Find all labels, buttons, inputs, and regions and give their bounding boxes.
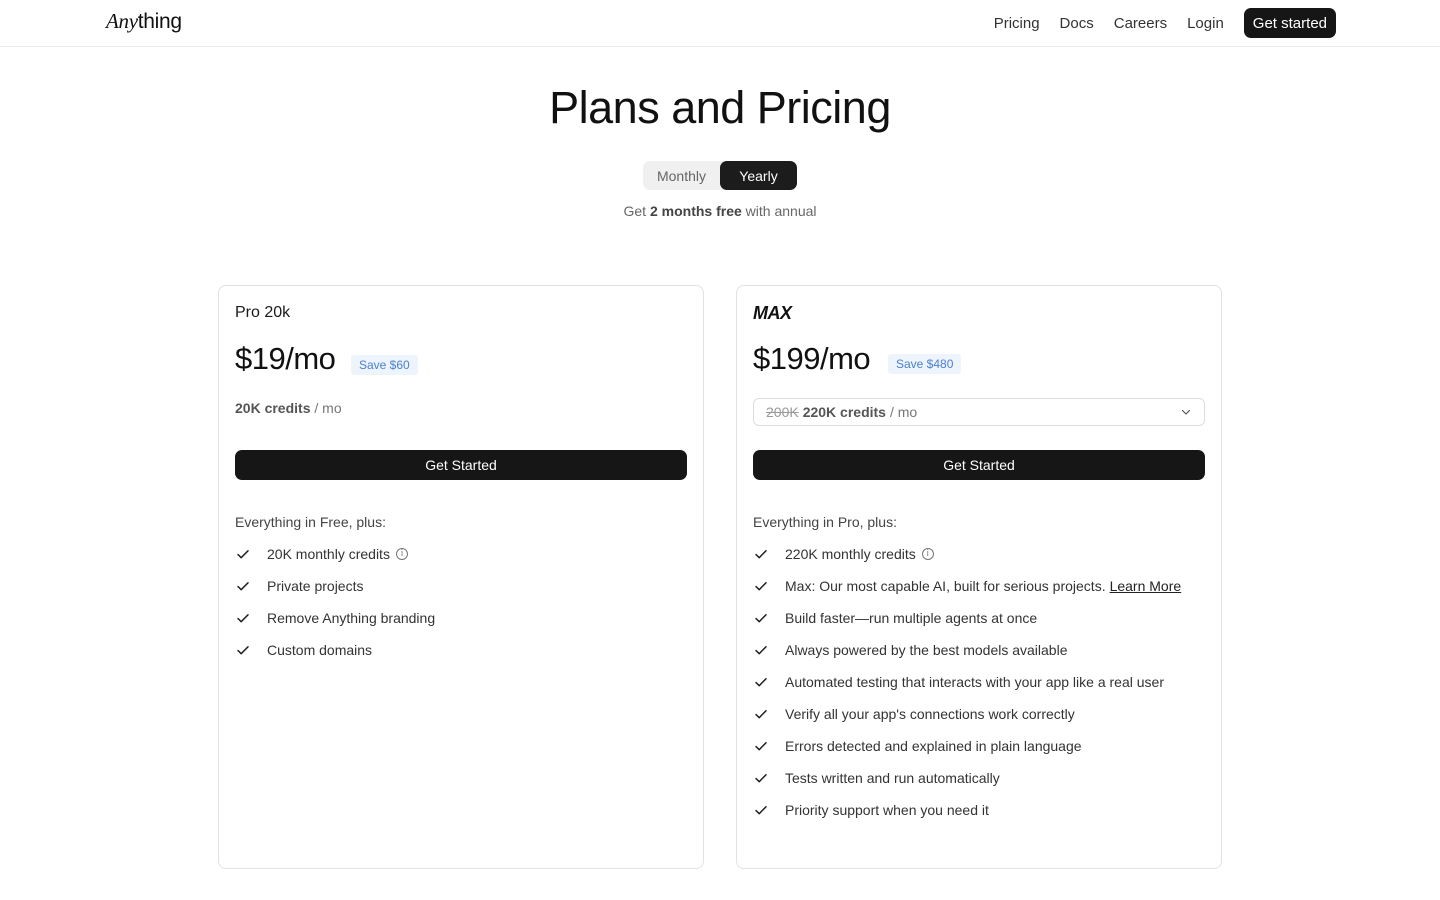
- feature-text: Private projects: [267, 578, 364, 594]
- promo-highlight: 2 months free: [649, 203, 742, 219]
- credits-unit: / mo: [314, 400, 342, 416]
- feature-item: Verify all your app's connections work c…: [753, 698, 1181, 730]
- feature-item: 20K monthly credits i: [235, 538, 435, 570]
- credits-unit: / mo: [889, 404, 918, 420]
- get-started-nav-button[interactable]: Get started: [1243, 8, 1336, 38]
- feature-text: Automated testing that interacts with yo…: [785, 674, 1164, 690]
- feature-item: Build faster—run multiple agents at once: [753, 602, 1181, 634]
- save-badge: Save $480: [888, 354, 962, 374]
- max-plan-card: MAX $199/mo Save $480 200K 220K credits …: [736, 285, 1222, 869]
- promo-prefix: Get: [623, 203, 647, 219]
- check-icon: [755, 774, 767, 783]
- feature-text: Always powered by the best models availa…: [785, 642, 1068, 658]
- logo[interactable]: Anything: [106, 9, 182, 34]
- nav-docs-link[interactable]: Docs: [1060, 15, 1094, 32]
- feature-list: 220K monthly credits i Max: Our most cap…: [753, 538, 1181, 826]
- nav-careers-link[interactable]: Careers: [1114, 15, 1167, 32]
- billing-period-toggle: Monthly Yearly: [643, 161, 797, 190]
- check-icon: [755, 646, 767, 655]
- feature-text: 220K monthly credits: [785, 546, 916, 562]
- feature-item: 220K monthly credits i: [753, 538, 1181, 570]
- max-get-started-button[interactable]: Get Started: [753, 450, 1205, 480]
- feature-item: Custom domains: [235, 634, 435, 666]
- feature-item: Priority support when you need it: [753, 794, 1181, 826]
- feature-text: Max: Our most capable AI, built for seri…: [785, 578, 1106, 594]
- feature-text: Priority support when you need it: [785, 802, 989, 818]
- check-icon: [755, 710, 767, 719]
- feature-item: Max: Our most capable AI, built for seri…: [753, 570, 1181, 602]
- check-icon: [755, 582, 767, 591]
- pro-plan-card: Pro 20k $19/mo Save $60 20K credits / mo…: [218, 285, 704, 869]
- plan-price: $199/mo: [753, 341, 871, 376]
- feature-item: Automated testing that interacts with yo…: [753, 666, 1181, 698]
- monthly-toggle-option[interactable]: Monthly: [643, 161, 720, 190]
- main-nav: Pricing Docs Careers Login Get started: [994, 8, 1336, 38]
- promo-suffix: with annual: [745, 203, 817, 219]
- feature-text: Errors detected and explained in plain l…: [785, 738, 1082, 754]
- feature-item: Tests written and run automatically: [753, 762, 1181, 794]
- logo-part-1: Any: [106, 9, 138, 33]
- save-badge: Save $60: [351, 355, 418, 375]
- credits-amount: 220K credits: [802, 404, 886, 420]
- feature-item: Private projects: [235, 570, 435, 602]
- top-navigation-bar: Anything Pricing Docs Careers Login Get …: [0, 0, 1440, 47]
- annual-promo-text: Get 2 months free with annual: [0, 203, 1440, 219]
- pro-get-started-button[interactable]: Get Started: [235, 450, 687, 480]
- yearly-toggle-option[interactable]: Yearly: [720, 161, 797, 190]
- info-icon[interactable]: i: [921, 548, 934, 560]
- credits-amount: 20K credits: [235, 400, 311, 416]
- plan-price: $19/mo: [235, 341, 336, 376]
- old-credits: 200K: [766, 404, 799, 420]
- plan-name: Pro 20k: [235, 304, 291, 321]
- check-icon: [237, 646, 249, 655]
- info-icon[interactable]: i: [395, 548, 408, 560]
- feature-item: Errors detected and explained in plain l…: [753, 730, 1181, 762]
- feature-text: Remove Anything branding: [267, 610, 436, 626]
- check-icon: [755, 742, 767, 751]
- learn-more-link[interactable]: Learn More: [1110, 578, 1182, 594]
- nav-pricing-link[interactable]: Pricing: [994, 15, 1040, 32]
- feature-text: Custom domains: [267, 642, 373, 658]
- plan-intro: Everything in Free, plus:: [235, 514, 386, 530]
- check-icon: [755, 806, 767, 815]
- check-icon: [755, 678, 767, 687]
- check-icon: [237, 582, 249, 591]
- check-icon: [237, 550, 249, 559]
- check-icon: [755, 614, 767, 623]
- plan-credits: 20K credits / mo: [235, 400, 342, 416]
- nav-login-link[interactable]: Login: [1187, 15, 1224, 32]
- check-icon: [755, 550, 767, 559]
- feature-text: Build faster—run multiple agents at once: [785, 610, 1038, 626]
- feature-list: 20K monthly credits i Private projects R…: [235, 538, 435, 666]
- feature-item: Always powered by the best models availa…: [753, 634, 1181, 666]
- feature-item: Remove Anything branding: [235, 602, 435, 634]
- credits-dropdown[interactable]: 200K 220K credits / mo: [753, 398, 1205, 426]
- feature-text: Tests written and run automatically: [785, 770, 1000, 786]
- plan-intro: Everything in Pro, plus:: [753, 514, 897, 530]
- plan-name-logo: MAX: [753, 303, 792, 323]
- feature-text: Verify all your app's connections work c…: [785, 706, 1075, 722]
- page-title: Plans and Pricing: [549, 82, 891, 133]
- logo-part-2: thing: [137, 10, 182, 33]
- feature-text: 20K monthly credits: [267, 546, 390, 562]
- check-icon: [237, 614, 249, 623]
- chevron-down-icon: [1181, 409, 1191, 415]
